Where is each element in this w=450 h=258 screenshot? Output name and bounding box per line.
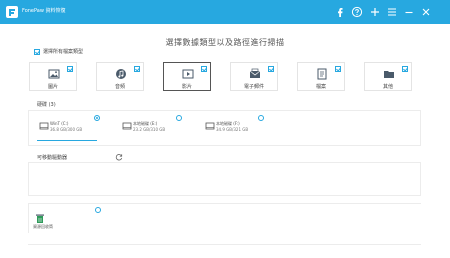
- select-all-checkbox[interactable]: 選擇所有檔案類型: [34, 47, 83, 56]
- type-label: 圖片: [47, 84, 58, 90]
- checkbox-checked-icon: [268, 66, 274, 72]
- checkbox-checked-icon: [335, 66, 341, 72]
- drive-item-f[interactable]: 本地磁碟 (F:) 34.9 GB/321 GB: [203, 117, 263, 141]
- title-bar: FonePaw 資料恢復: [0, 0, 450, 24]
- type-card-document[interactable]: 檔案: [297, 62, 345, 91]
- minimize-icon[interactable]: [403, 6, 415, 18]
- select-all-label: 選擇所有檔案類型: [43, 49, 84, 55]
- facebook-icon[interactable]: [334, 6, 346, 18]
- type-card-email[interactable]: 電子郵件: [230, 62, 278, 91]
- type-card-video[interactable]: 影片: [163, 62, 211, 91]
- folder-icon: [384, 71, 394, 78]
- drive-name: WinT (C:): [50, 121, 69, 126]
- drive-item-e[interactable]: 本地磁碟 (E:) 23.2 GB/310 GB: [120, 117, 180, 141]
- checkbox-checked-icon: [134, 66, 140, 72]
- type-label: 電子郵件: [243, 84, 264, 90]
- divider: [28, 244, 421, 245]
- video-icon: [182, 69, 194, 79]
- image-icon: [48, 69, 60, 79]
- refresh-icon[interactable]: [115, 153, 123, 161]
- type-label: 音頻: [114, 84, 125, 90]
- email-icon: [249, 68, 261, 78]
- document-icon: [317, 68, 327, 80]
- drive-radio-e[interactable]: [176, 115, 182, 121]
- app-title: FonePaw 資料恢復: [22, 8, 66, 14]
- help-icon[interactable]: [351, 6, 363, 18]
- recycle-bin-icon[interactable]: [35, 213, 45, 224]
- hard-drive-icon: [205, 122, 215, 130]
- removable-section-title: 可移動驅動器: [37, 155, 68, 161]
- menu-icon[interactable]: [386, 6, 398, 18]
- audio-icon: [116, 69, 126, 79]
- removable-panel: [28, 162, 421, 196]
- recycle-bin-label: 資源回收筒: [33, 224, 53, 229]
- hard-drive-icon: [122, 122, 132, 130]
- type-card-other[interactable]: 其他: [364, 62, 412, 91]
- recycle-bin-panel: [28, 203, 421, 233]
- drives-section-title: 硬碟 (3): [37, 102, 56, 108]
- hard-drive-icon: [39, 122, 49, 130]
- plus-icon[interactable]: [369, 6, 381, 18]
- checkbox-checked-icon: [201, 66, 207, 72]
- drive-radio-f[interactable]: [258, 115, 264, 121]
- drive-radio-c[interactable]: [94, 115, 100, 121]
- type-label: 檔案: [315, 84, 326, 90]
- type-card-image[interactable]: 圖片: [29, 62, 77, 91]
- drive-size: 36.8 GB/300 GB: [50, 127, 83, 132]
- drive-item-c[interactable]: WinT (C:) 36.8 GB/300 GB: [37, 117, 97, 141]
- app-logo-icon: [6, 6, 18, 18]
- checkbox-checked-icon: [67, 66, 73, 72]
- recycle-bin-radio[interactable]: [95, 207, 101, 213]
- type-card-audio[interactable]: 音頻: [96, 62, 144, 91]
- type-label: 影片: [181, 84, 192, 90]
- drive-size: 34.9 GB/321 GB: [216, 127, 249, 132]
- type-label: 其他: [382, 84, 393, 90]
- checkbox-checked-icon: [402, 66, 408, 72]
- drive-size: 23.2 GB/310 GB: [133, 127, 166, 132]
- checkbox-checked-icon: [34, 48, 40, 55]
- close-icon[interactable]: [420, 6, 432, 18]
